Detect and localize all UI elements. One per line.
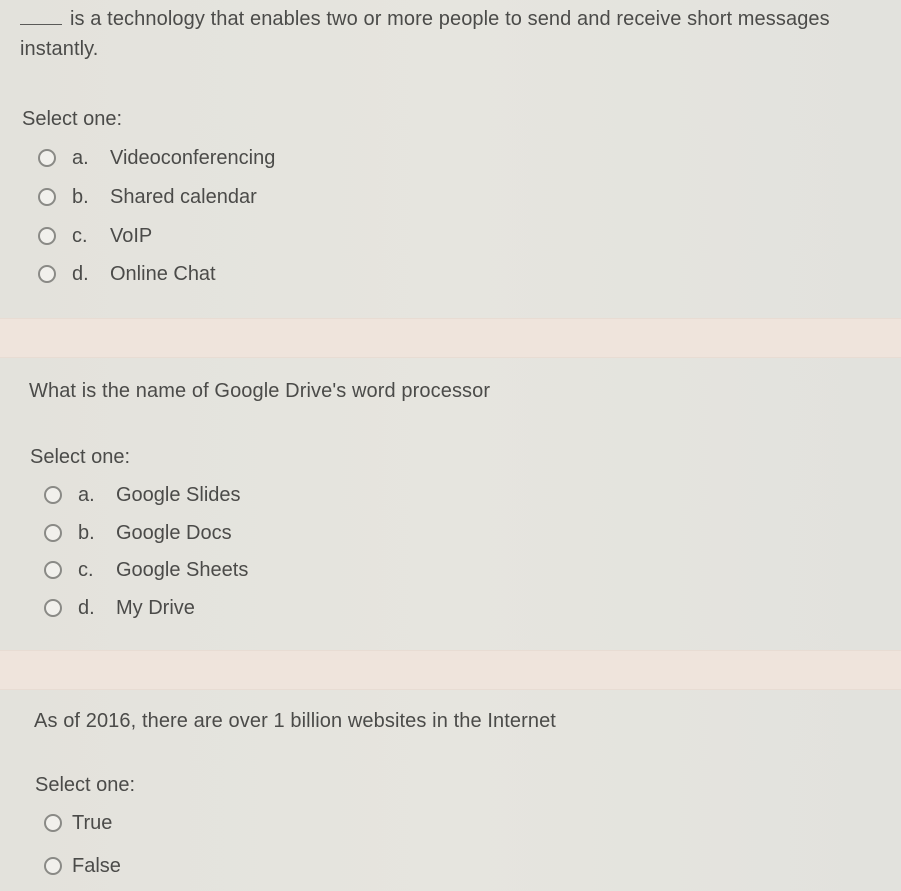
question-3-instruction: Select one:	[35, 774, 136, 796]
option-letter: d.	[78, 597, 95, 619]
question-3: As of 2016, there are over 1 billion web…	[0, 690, 901, 891]
radio-button[interactable]	[38, 227, 56, 245]
question-1-option-c[interactable]: c. VoIP	[38, 223, 152, 249]
question-separator	[0, 318, 901, 358]
question-1-option-d[interactable]: d. Online Chat	[38, 261, 216, 287]
question-1-prompt-text-cont: instantly.	[20, 38, 99, 60]
radio-button[interactable]	[38, 149, 56, 167]
question-2-option-b[interactable]: b. Google Docs	[44, 520, 232, 546]
radio-button[interactable]	[44, 524, 62, 542]
option-letter: a.	[78, 484, 95, 506]
question-3-option-true[interactable]: True	[44, 810, 112, 836]
radio-button[interactable]	[44, 814, 62, 832]
option-label: Online Chat	[110, 263, 216, 285]
radio-button[interactable]	[44, 486, 62, 504]
fill-in-blank	[20, 6, 62, 25]
option-label: My Drive	[116, 597, 195, 619]
option-label: VoIP	[110, 225, 153, 247]
option-label: True	[72, 812, 113, 834]
question-1-option-b[interactable]: b. Shared calendar	[38, 184, 257, 210]
option-letter: c.	[78, 559, 94, 581]
question-2-option-c[interactable]: c. Google Sheets	[44, 557, 248, 583]
question-3-option-false[interactable]: False	[44, 853, 121, 879]
option-letter: a.	[72, 147, 89, 169]
option-label: Google Docs	[116, 522, 232, 544]
question-separator	[0, 650, 901, 690]
question-1-option-a[interactable]: a. Videoconferencing	[38, 145, 275, 171]
radio-button[interactable]	[38, 265, 56, 283]
question-1-prompt: is a technology that enables two or more…	[20, 4, 895, 64]
question-1: is a technology that enables two or more…	[0, 0, 901, 318]
option-letter: b.	[78, 522, 95, 544]
option-label: Google Slides	[116, 484, 241, 506]
question-1-prompt-text: is a technology that enables two or more…	[70, 8, 830, 30]
question-2-instruction: Select one:	[30, 446, 131, 468]
option-label: Google Sheets	[116, 559, 249, 581]
option-letter: c.	[72, 225, 88, 247]
radio-button[interactable]	[44, 599, 62, 617]
question-1-instruction: Select one:	[22, 108, 123, 130]
radio-button[interactable]	[38, 188, 56, 206]
radio-button[interactable]	[44, 857, 62, 875]
question-2-prompt: What is the name of Google Drive's word …	[29, 380, 491, 402]
question-2: What is the name of Google Drive's word …	[0, 358, 901, 650]
option-label: False	[72, 855, 121, 877]
option-letter: b.	[72, 186, 89, 208]
option-label: Videoconferencing	[110, 147, 276, 169]
question-3-prompt: As of 2016, there are over 1 billion web…	[34, 710, 556, 732]
option-label: Shared calendar	[110, 186, 257, 208]
question-2-option-d[interactable]: d. My Drive	[44, 595, 195, 621]
question-2-option-a[interactable]: a. Google Slides	[44, 482, 241, 508]
option-letter: d.	[72, 263, 89, 285]
radio-button[interactable]	[44, 561, 62, 579]
